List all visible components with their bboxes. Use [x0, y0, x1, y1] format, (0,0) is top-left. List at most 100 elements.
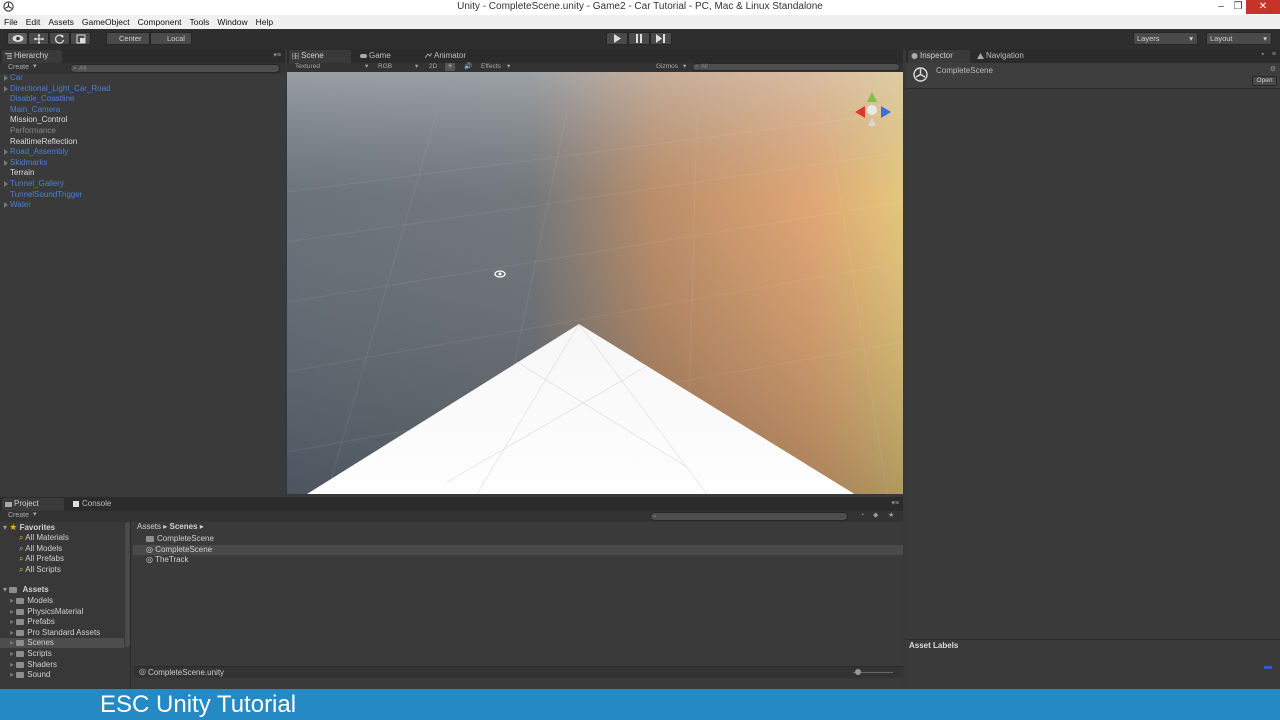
scene-search-input[interactable]: ⌕ All: [692, 63, 900, 71]
project-file-label: CompleteScene: [155, 544, 213, 554]
hierarchy-item[interactable]: TunnelSoundTrigger: [10, 190, 82, 200]
gizmos-dropdown[interactable]: Gizmos: [656, 63, 678, 71]
draw-mode-dropdown[interactable]: Textured: [295, 63, 320, 71]
tab-inspector[interactable]: Inspector: [908, 50, 970, 63]
tab-console[interactable]: Console: [70, 498, 130, 511]
hierarchy-item[interactable]: Tunnel_Gallery: [10, 179, 64, 189]
asset-folder-item[interactable]: ▸ Models: [0, 596, 124, 606]
lighting-toggle-icon[interactable]: ☀: [445, 63, 455, 71]
hierarchy-item[interactable]: Main_Camera: [10, 105, 60, 115]
hierarchy-create-button[interactable]: Create: [8, 63, 29, 73]
animator-icon: [425, 53, 432, 59]
favorites-item[interactable]: ⌕ All Scripts: [19, 565, 61, 575]
expand-arrow-icon[interactable]: [4, 75, 8, 81]
chevron-down-icon: ▾: [33, 63, 37, 70]
layers-dropdown[interactable]: Layers ▾: [1133, 32, 1198, 45]
hierarchy-item[interactable]: Skidmarks: [10, 158, 47, 168]
panel-menu-icon[interactable]: ▾≡: [891, 499, 899, 507]
render-mode-dropdown[interactable]: RGB: [378, 63, 392, 71]
hand-tool-button[interactable]: [7, 32, 28, 45]
menu-edit[interactable]: Edit: [22, 15, 45, 28]
hierarchy-item[interactable]: Mission_Control: [10, 115, 67, 125]
asset-folder-item[interactable]: ▸ Scenes: [0, 638, 124, 649]
asset-folder-item[interactable]: ▸ Prefabs: [0, 617, 124, 627]
menu-gameobject[interactable]: GameObject: [78, 15, 134, 28]
hierarchy-item[interactable]: Car: [10, 73, 23, 83]
favorites-item[interactable]: ⌕ All Prefabs: [19, 554, 64, 564]
breadcrumb-scenes[interactable]: Scenes: [170, 522, 198, 531]
minimize-button[interactable]: –: [1214, 0, 1228, 14]
close-button[interactable]: ✕: [1246, 0, 1280, 14]
pause-button[interactable]: [628, 32, 650, 45]
hierarchy-item[interactable]: Disable_Coastline: [10, 94, 74, 104]
scale-tool-button[interactable]: [70, 32, 91, 45]
layout-dropdown[interactable]: Layout ▾: [1206, 32, 1272, 45]
asset-folder-item[interactable]: ▸ Sound: [0, 670, 124, 680]
hierarchy-item[interactable]: Road_Assembly: [10, 147, 68, 157]
asset-folder-item[interactable]: ▸ Scripts: [0, 649, 124, 659]
project-file-label: CompleteScene: [157, 534, 214, 543]
lock-icon[interactable]: ▪: [1262, 51, 1264, 58]
pivot-center-button[interactable]: Center: [106, 32, 150, 45]
panel-menu-icon[interactable]: ▾≡: [273, 51, 281, 59]
menu-assets[interactable]: Assets: [44, 15, 78, 28]
hierarchy-item[interactable]: Performance: [10, 126, 56, 136]
unity-scene-icon: ◎: [146, 544, 156, 554]
window-titlebar: Unity - CompleteScene.unity - Game2 - Ca…: [0, 0, 1280, 15]
settings-gear-icon[interactable]: ⚙: [1270, 65, 1276, 73]
expand-arrow-icon[interactable]: [4, 181, 8, 187]
folder-tree-scrollbar[interactable]: [125, 522, 130, 647]
favorite-star-icon[interactable]: ★: [888, 511, 894, 521]
tab-scene[interactable]: Scene: [289, 50, 351, 63]
menu-component[interactable]: Component: [134, 15, 186, 28]
project-file-item[interactable]: CompleteScene: [133, 534, 903, 544]
expand-arrow-icon[interactable]: [4, 149, 8, 156]
project-file-item[interactable]: ◎ CompleteScene: [133, 544, 903, 555]
play-button[interactable]: [606, 32, 628, 45]
move-tool-button[interactable]: [28, 32, 49, 45]
restore-button[interactable]: ❐: [1231, 0, 1245, 14]
filter-by-type-icon[interactable]: ◔: [860, 511, 864, 521]
mode-2d-toggle[interactable]: 2D: [429, 63, 437, 71]
project-file-item[interactable]: ◎ TheTrack: [133, 555, 903, 565]
expand-arrow-icon[interactable]: [4, 202, 8, 209]
hierarchy-item[interactable]: Terrain: [10, 168, 34, 178]
menu-help[interactable]: Help: [252, 15, 277, 28]
tab-animator[interactable]: Animator: [422, 50, 492, 63]
panel-menu-icon[interactable]: ≡: [1272, 51, 1276, 58]
menu-file[interactable]: File: [0, 15, 22, 28]
expand-arrow-icon[interactable]: [4, 159, 8, 166]
favorites-item[interactable]: ⌕ All Models: [19, 544, 62, 554]
menu-window[interactable]: Window: [213, 15, 251, 28]
asset-folder-item[interactable]: ▸ Pro Standard Assets: [0, 628, 124, 638]
project-create-button[interactable]: Create: [8, 511, 29, 521]
assets-header[interactable]: ▾ Assets: [3, 585, 49, 595]
hierarchy-item[interactable]: Directional_Light_Car_Road: [10, 84, 111, 94]
step-button[interactable]: [650, 32, 672, 45]
tab-game[interactable]: Game: [357, 50, 412, 63]
rotate-tool-button[interactable]: [49, 32, 70, 45]
hierarchy-search-input[interactable]: ⌕ All: [70, 64, 280, 73]
asset-folder-item[interactable]: ▸ PhysicsMaterial: [0, 607, 124, 617]
asset-folder-label: Scenes: [27, 638, 54, 648]
menu-tools[interactable]: Tools: [186, 15, 214, 28]
expand-arrow-icon[interactable]: [4, 85, 8, 92]
hierarchy-item[interactable]: RealtimeReflection: [10, 137, 77, 147]
favorites-header[interactable]: ▾ ★ Favorites: [3, 522, 55, 533]
tab-hierarchy[interactable]: Hierarchy: [2, 50, 62, 63]
effects-dropdown[interactable]: Effects: [481, 63, 501, 71]
pivot-local-button[interactable]: Local: [150, 32, 192, 45]
hierarchy-item[interactable]: Water: [10, 200, 31, 210]
tab-navigation[interactable]: Navigation: [974, 50, 1038, 63]
audio-toggle-icon[interactable]: 🔊: [464, 63, 472, 71]
project-search-input[interactable]: ⌕: [650, 512, 848, 521]
open-button[interactable]: Open: [1252, 76, 1277, 86]
scene-viewport[interactable]: [287, 72, 903, 494]
asset-folder-item[interactable]: ▸ Shaders: [0, 660, 124, 670]
favorites-item[interactable]: ⌕ All Materials: [19, 533, 69, 543]
breadcrumb-assets[interactable]: Assets: [137, 522, 161, 531]
window-title: Unity - CompleteScene.unity - Game2 - Ca…: [457, 1, 823, 12]
icon-size-slider-thumb[interactable]: [855, 669, 861, 675]
filter-by-label-icon[interactable]: ◆: [873, 511, 878, 521]
favorites-label: Favorites: [19, 523, 56, 532]
